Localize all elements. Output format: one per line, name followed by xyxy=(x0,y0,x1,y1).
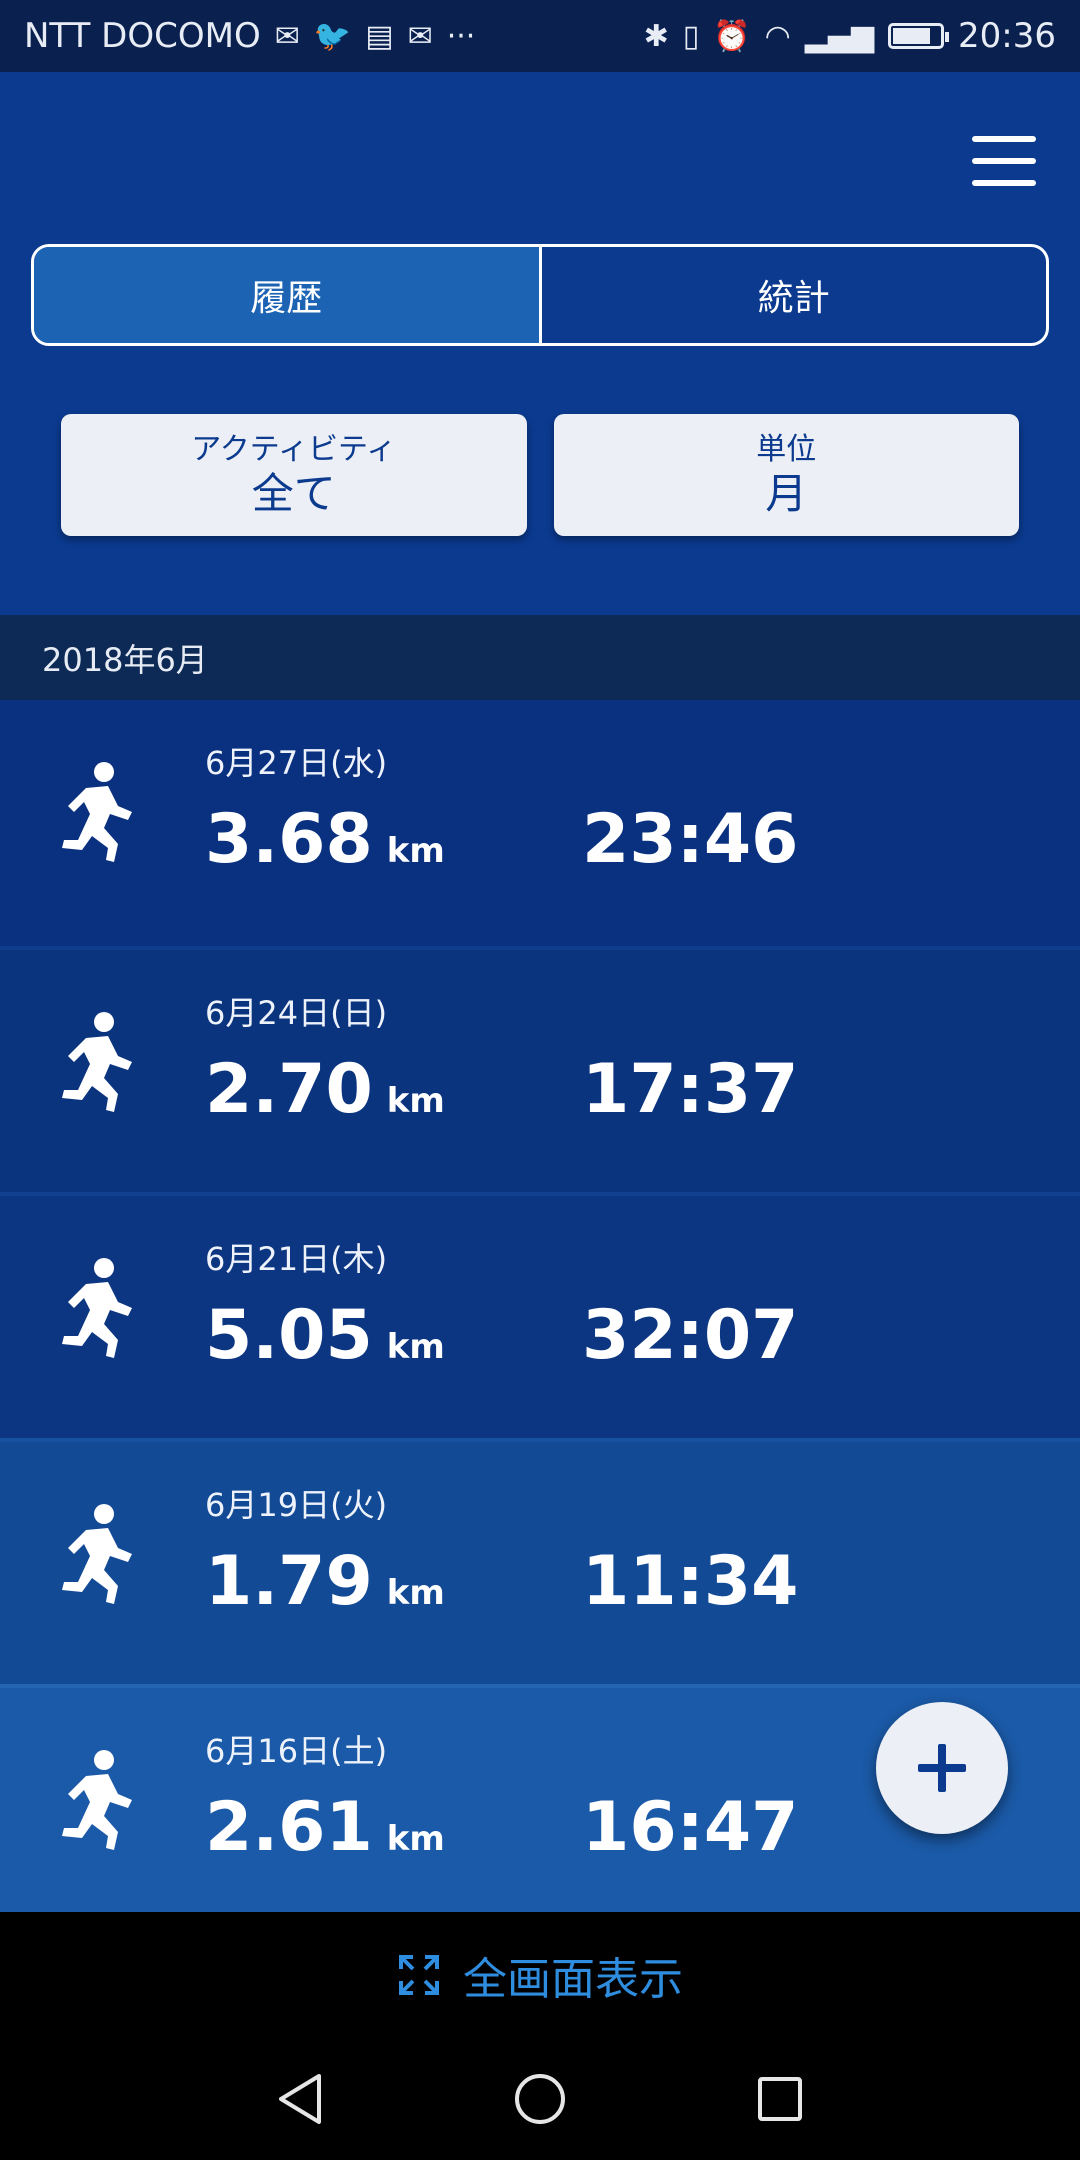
distance-value: 5.05 xyxy=(205,1296,373,1375)
fullscreen-button[interactable]: 全画面表示 xyxy=(0,1912,1080,2038)
app-header: 履歴 統計 アクティビティ 全て 単位 月 xyxy=(0,72,1080,615)
vibrate-icon: ▯ xyxy=(682,18,700,54)
tab-history[interactable]: 履歴 xyxy=(34,247,539,343)
status-bar: NTT DOCOMO ✉ 🐦 ▤ ✉ ··· ✱ ▯ ⏰ ◠ ▂▄▆ 20:36 xyxy=(0,0,1080,72)
distance-unit: km xyxy=(386,831,445,871)
activity-row[interactable]: 6月24日(日) 2.70 km 17:37 xyxy=(0,946,1080,1192)
tab-statistics[interactable]: 統計 xyxy=(538,247,1047,343)
activity-distance: 2.61 km xyxy=(205,1788,445,1867)
activity-distance: 3.68 km xyxy=(205,800,445,879)
menu-icon-line xyxy=(972,180,1036,186)
distance-unit: km xyxy=(386,1081,445,1121)
expand-icon xyxy=(399,1955,439,1995)
news-icon: ▤ xyxy=(365,18,394,54)
unit-filter-value: 月 xyxy=(765,469,808,518)
month-section-header: 2018年6月 xyxy=(0,615,1080,700)
wifi-icon: ◠ xyxy=(764,18,791,54)
activity-filter-value: 全て xyxy=(251,469,336,518)
distance-value: 2.61 xyxy=(205,1788,373,1867)
distance-value: 2.70 xyxy=(205,1050,373,1129)
twitter-icon: 🐦 xyxy=(313,18,352,54)
back-triangle-icon xyxy=(279,2074,321,2124)
activity-row[interactable]: 6月21日(木) 5.05 km 32:07 xyxy=(0,1192,1080,1438)
system-nav-bar xyxy=(0,2038,1080,2160)
back-button[interactable] xyxy=(270,2069,330,2129)
activity-distance: 2.70 km xyxy=(205,1050,445,1129)
activity-distance: 5.05 km xyxy=(205,1296,445,1375)
distance-value: 1.79 xyxy=(205,1542,373,1621)
status-left: NTT DOCOMO ✉ 🐦 ▤ ✉ ··· xyxy=(24,16,475,56)
home-button[interactable] xyxy=(510,2069,570,2129)
activity-date: 6月16日(土) xyxy=(205,1732,388,1770)
menu-button[interactable] xyxy=(972,136,1036,186)
activity-date: 6月21日(木) xyxy=(205,1240,388,1278)
fullscreen-label: 全画面表示 xyxy=(463,1954,683,2005)
filter-bar: アクティビティ 全て 単位 月 xyxy=(61,414,1019,536)
menu-icon-line xyxy=(972,158,1036,164)
activity-distance: 1.79 km xyxy=(205,1542,445,1621)
home-circle-icon xyxy=(515,2074,565,2124)
activity-date: 6月19日(火) xyxy=(205,1486,388,1524)
month-title: 2018年6月 xyxy=(42,640,208,679)
signal-icon: ▂▄▆ xyxy=(804,18,875,54)
activity-duration: 17:37 xyxy=(582,1050,799,1129)
mail-icon: ✉ xyxy=(407,18,433,54)
activity-filter-button[interactable]: アクティビティ 全て xyxy=(61,414,527,536)
running-icon xyxy=(62,1750,132,1850)
alarm-icon: ⏰ xyxy=(713,18,751,54)
carrier-name: NTT DOCOMO xyxy=(24,16,261,56)
add-activity-button[interactable] xyxy=(876,1702,1008,1834)
activity-row[interactable]: 6月27日(水) 3.68 km 23:46 xyxy=(0,700,1080,946)
distance-unit: km xyxy=(386,1573,445,1613)
activity-row[interactable]: 6月19日(火) 1.79 km 11:34 xyxy=(0,1438,1080,1684)
plus-icon xyxy=(918,1744,966,1792)
more-notifications-icon: ··· xyxy=(446,18,476,54)
running-icon xyxy=(62,762,132,862)
activity-duration: 11:34 xyxy=(582,1542,799,1621)
clock: 20:36 xyxy=(958,16,1056,56)
notification-app-icon: ✉ xyxy=(274,18,300,54)
view-tabs: 履歴 統計 xyxy=(31,244,1049,346)
activity-duration: 16:47 xyxy=(582,1788,799,1867)
activity-filter-label: アクティビティ xyxy=(191,432,397,467)
recents-square-icon xyxy=(758,2077,802,2121)
running-icon xyxy=(62,1504,132,1604)
unit-filter-label: 単位 xyxy=(756,432,817,467)
activity-date: 6月24日(日) xyxy=(205,994,388,1032)
activity-duration: 23:46 xyxy=(582,800,799,879)
distance-unit: km xyxy=(386,1327,445,1367)
running-icon xyxy=(62,1012,132,1112)
activity-date: 6月27日(水) xyxy=(205,744,388,782)
battery-icon xyxy=(888,23,950,49)
recents-button[interactable] xyxy=(750,2069,810,2129)
status-right: ✱ ▯ ⏰ ◠ ▂▄▆ 20:36 xyxy=(644,16,1056,56)
activity-duration: 32:07 xyxy=(582,1296,799,1375)
distance-value: 3.68 xyxy=(205,800,373,879)
distance-unit: km xyxy=(386,1819,445,1859)
unit-filter-button[interactable]: 単位 月 xyxy=(553,414,1019,536)
running-icon xyxy=(62,1258,132,1358)
bluetooth-icon: ✱ xyxy=(643,18,669,54)
menu-icon-line xyxy=(972,136,1036,142)
